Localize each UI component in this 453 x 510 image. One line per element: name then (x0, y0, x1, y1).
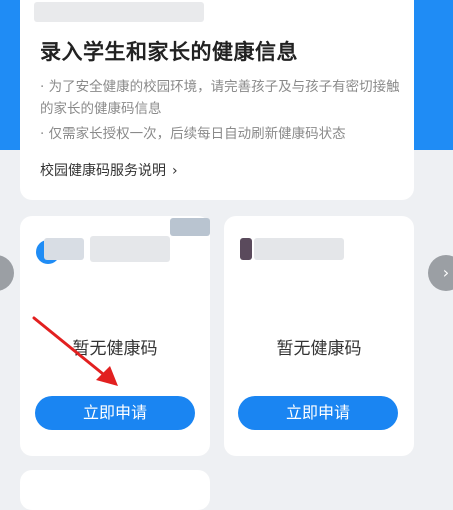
blurred-region (254, 238, 344, 260)
health-info-card: 录入学生和家长的健康信息 · 为了安全健康的校园环境，请完善孩子及与孩子有密切接… (20, 0, 414, 200)
blurred-region (170, 218, 210, 236)
info-card-title: 录入学生和家长的健康信息 (40, 40, 298, 64)
blurred-region (90, 236, 170, 262)
parent-card: 暂无健康码 立即申请 (224, 216, 414, 456)
apply-button[interactable]: 立即申请 (35, 396, 195, 430)
no-health-code-status: 暂无健康码 (276, 339, 362, 359)
blurred-region (34, 2, 204, 22)
blurred-region (44, 238, 84, 260)
annotation-arrow-icon (32, 316, 118, 386)
chevron-left-icon[interactable]: ‹ (0, 255, 14, 291)
next-card (20, 470, 210, 510)
blurred-region (240, 238, 252, 260)
chevron-right-icon: › (172, 163, 178, 179)
info-bullet-1: · 为了安全健康的校园环境，请完善孩子及与孩子有密切接触的家长的健康码信息 (40, 79, 400, 117)
chevron-right-icon[interactable]: › (428, 255, 453, 291)
info-bullet-2: · 仅需家长授权一次，后续每日自动刷新健康码状态 (40, 126, 346, 142)
service-description-link[interactable]: 校园健康码服务说明 › (40, 160, 178, 180)
service-link-label: 校园健康码服务说明 (40, 163, 166, 179)
apply-button[interactable]: 立即申请 (238, 396, 398, 430)
